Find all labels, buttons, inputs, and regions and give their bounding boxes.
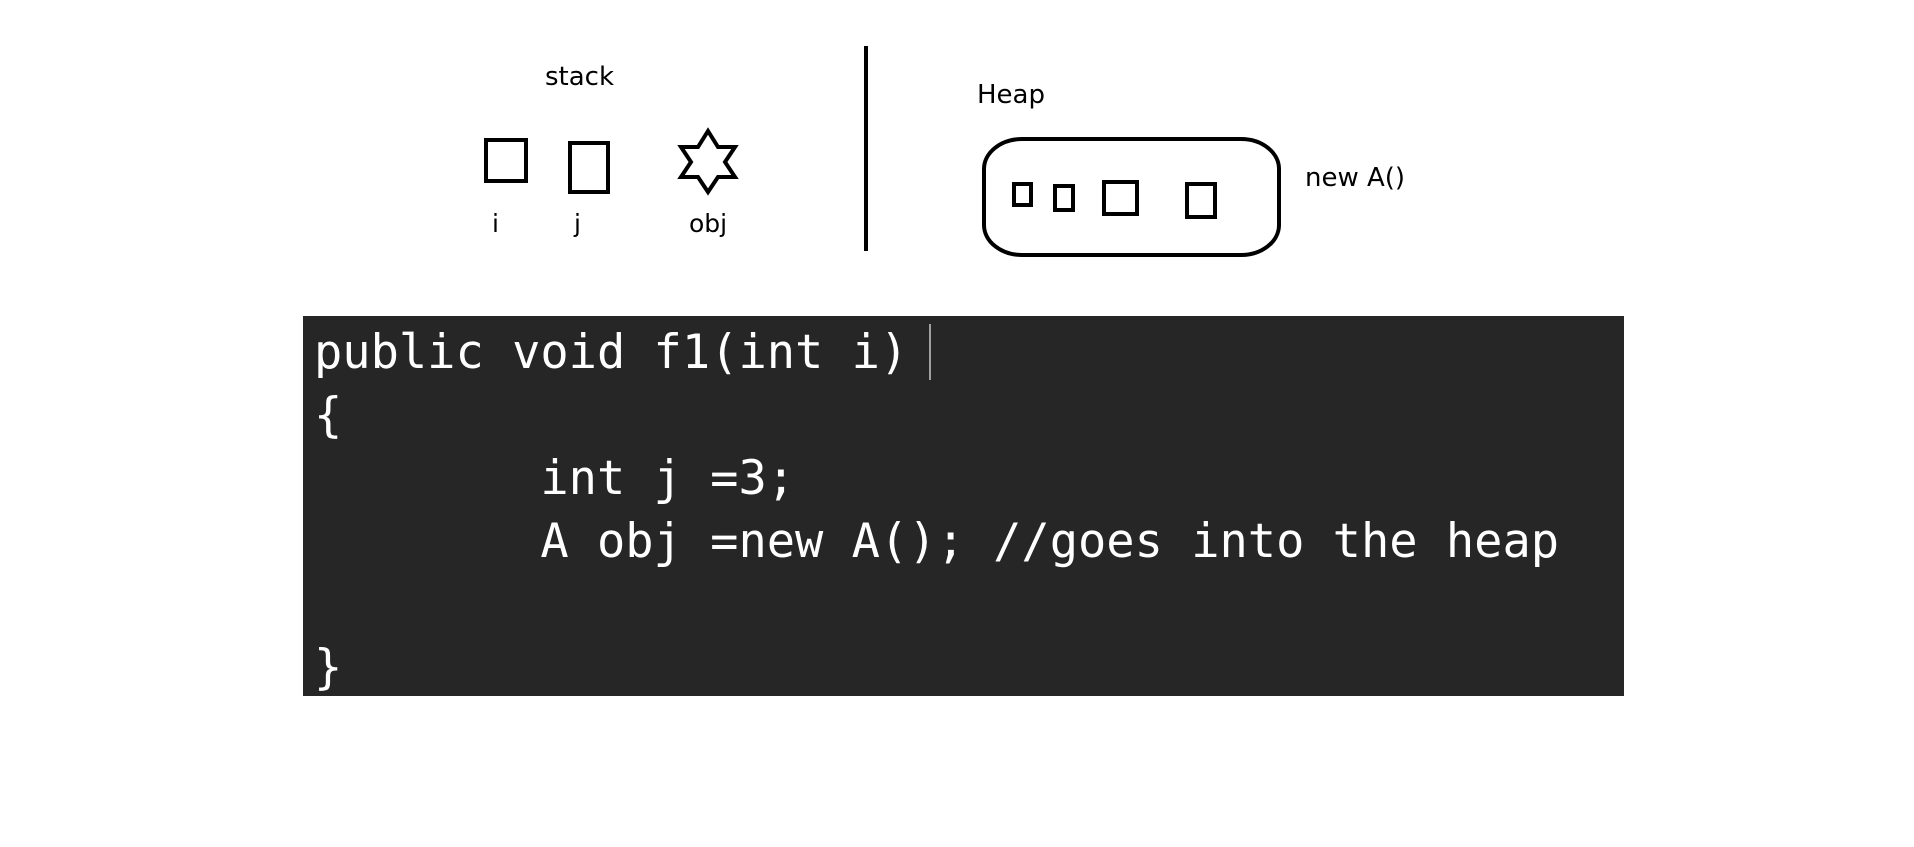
code-line-6: } (314, 640, 343, 695)
heap-object-field-1 (1012, 182, 1033, 207)
heap-object-field-3 (1102, 180, 1139, 216)
stack-variable-obj-star-icon (677, 127, 739, 196)
code-line-3: int j =3; (314, 451, 796, 506)
code-line-2: { (314, 388, 343, 443)
stack-variable-i-label: i (492, 209, 499, 238)
memory-diagram (484, 46, 1281, 257)
stack-variable-obj-label: obj (689, 209, 728, 238)
code-line-4: A obj =new A(); //goes into the heap (314, 514, 1560, 569)
heap-object-field-2 (1053, 184, 1075, 212)
text-cursor (929, 324, 931, 380)
heap-object-label: new A() (1305, 163, 1406, 193)
code-line-1: public void f1(int i) (314, 325, 909, 380)
code-panel: public void f1(int i) { int j =3; A obj … (303, 316, 1624, 696)
stack-variable-j-label: j (574, 209, 581, 238)
heap-object-field-4 (1185, 182, 1217, 219)
stack-variable-i-box (484, 138, 528, 183)
stack-variable-j-box (568, 141, 610, 194)
stack-title: stack (545, 62, 615, 92)
heap-object-outline (982, 137, 1281, 257)
heap-title: Heap (977, 80, 1045, 110)
